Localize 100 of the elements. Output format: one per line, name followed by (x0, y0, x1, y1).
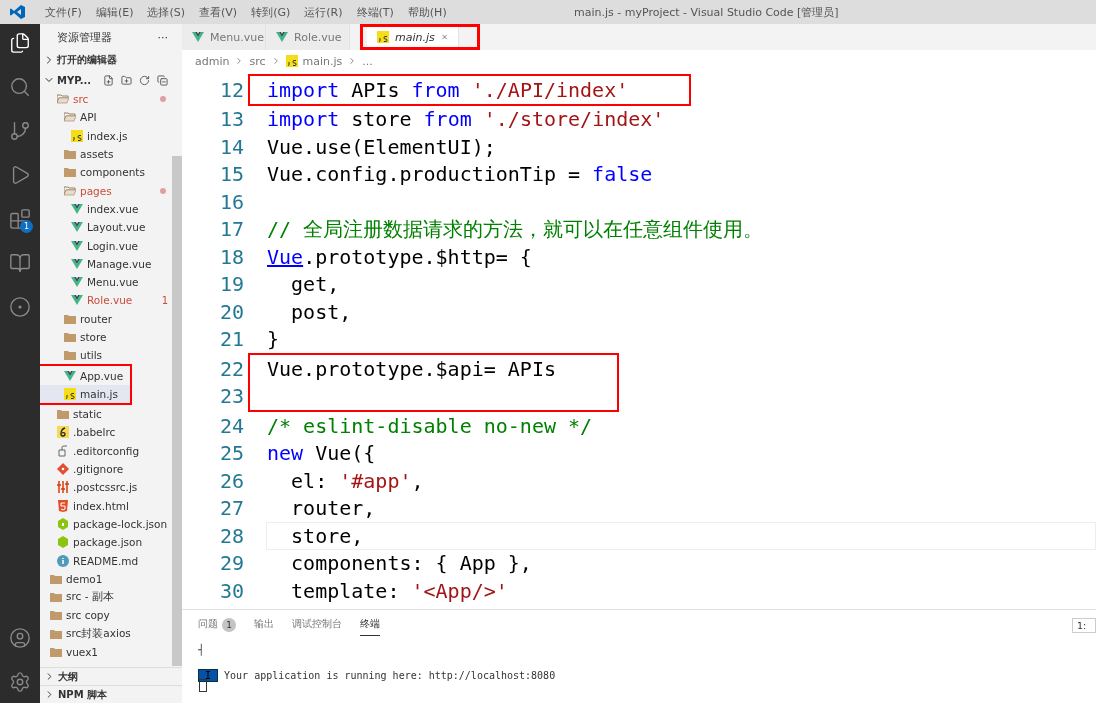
code-line: import APIs from './API/index' (266, 76, 630, 104)
new-file-icon (103, 74, 115, 86)
line-number: 27 (218, 496, 244, 521)
breadcrumb-item[interactable]: src (249, 54, 266, 68)
line-number: 14 (218, 134, 244, 159)
code-line: import store from './store/index' (266, 106, 666, 134)
menu-item[interactable]: 运行(R) (297, 4, 350, 20)
editor-tab[interactable]: main.js (367, 27, 459, 47)
section-header[interactable]: 打开的编辑器 (57, 53, 117, 67)
sidebar-title: 资源管理器 (57, 29, 112, 45)
section-header[interactable]: MYP... (57, 74, 92, 86)
file-tree-item[interactable]: demo1 (40, 569, 172, 588)
code-line: Vue.config.productionTip = false (266, 161, 654, 189)
file-tree-item[interactable]: index.html (40, 496, 172, 515)
file-tree-item[interactable]: src - 副本 (40, 588, 172, 607)
code-line: components: { App }, (290, 550, 533, 578)
folder-icon (50, 591, 62, 604)
blocks-icon (9, 208, 31, 230)
menu-item[interactable]: 终端(T) (349, 4, 401, 20)
new-folder-icon (121, 74, 133, 86)
vue-file-icon (71, 294, 83, 307)
account-icon (9, 627, 31, 649)
refresh-icon (139, 74, 151, 86)
modified-dot (160, 96, 166, 103)
menu-item[interactable]: 选择(S) (140, 4, 193, 20)
line-number: 13 (218, 107, 244, 132)
file-tree-item[interactable]: .gitignore (40, 459, 172, 479)
file-tree-item[interactable]: API (40, 108, 172, 127)
badge: 1 (20, 220, 33, 233)
file-tree-item[interactable]: package-lock.json (40, 514, 172, 534)
file-tree-item[interactable]: .postcssrc.js (40, 478, 172, 497)
code-line: // 全局注册数据请求的方法，就可以在任意组件使用。 (266, 215, 765, 243)
file-tree-item[interactable]: Manage.vue (40, 254, 172, 273)
file-tree-item[interactable]: Menu.vue (40, 272, 172, 292)
panel-tab[interactable]: 问题 1 (198, 613, 236, 637)
code-line: template: '<App/>' (290, 577, 509, 605)
line-number: 28 (218, 523, 244, 548)
panel-tab[interactable]: 调试控制台 (292, 614, 342, 636)
line-number: 23 (218, 384, 244, 409)
file-tree-item[interactable]: .editorconfig (40, 441, 172, 460)
file-tree-item[interactable]: src (40, 90, 172, 109)
code-line: } (266, 326, 281, 354)
file-tree-item[interactable]: index.js (40, 126, 172, 145)
section-header[interactable]: NPM 脚本 (58, 687, 108, 702)
file-tree-item[interactable]: utils (40, 346, 172, 365)
menu-item[interactable]: 帮助(H) (400, 4, 454, 20)
editor-tab[interactable]: Role.vue (266, 24, 350, 50)
menu-item[interactable]: 转到(G) (244, 4, 298, 20)
collapse-icon (157, 74, 169, 86)
folder-icon (50, 646, 62, 659)
file-tree-item[interactable]: Layout.vue (40, 218, 172, 237)
file-tree-item[interactable]: index.vue (40, 199, 172, 219)
vue-file-icon (71, 221, 83, 234)
menu-item[interactable]: 文件(F) (38, 4, 89, 20)
lock-hexagon-icon (57, 517, 69, 530)
panel-tab[interactable]: 终端 (360, 614, 380, 636)
vue-file-icon (192, 31, 204, 43)
folder-icon (64, 148, 76, 161)
file-tree-item[interactable]: assets (40, 144, 172, 164)
section-header[interactable]: 大纲 (58, 669, 78, 684)
js-file-icon (64, 387, 76, 400)
file-tree-item[interactable]: README.md (40, 551, 172, 570)
info-icon (57, 554, 69, 567)
file-tree-item[interactable]: src copy (40, 606, 172, 625)
editor-tab[interactable]: Menu.vue (182, 24, 266, 50)
breadcrumb-item[interactable]: admin (195, 54, 230, 68)
file-tree-item[interactable]: package.json (40, 533, 172, 552)
file-tree-item[interactable]: vuex1 (40, 642, 172, 662)
file-tree-item[interactable]: src封装axios (40, 624, 172, 643)
file-tree-item[interactable]: Role.vue 1 (40, 291, 172, 310)
file-tree-item[interactable]: Login.vue (40, 236, 172, 255)
breadcrumb-item[interactable]: ... (362, 54, 373, 68)
file-tree-item[interactable]: static (40, 405, 172, 424)
files-icon (9, 32, 31, 54)
file-tree-item[interactable]: App.vue (40, 366, 130, 385)
hexagon-icon (57, 536, 69, 549)
panel-tab[interactable]: 输出 (254, 614, 274, 636)
circle-dot-icon (9, 296, 31, 318)
menu-item[interactable]: 查看(V) (192, 4, 245, 20)
vue-file-icon (71, 239, 83, 252)
more-actions-button[interactable]: ··· (157, 30, 168, 44)
file-tree-item[interactable]: components (40, 163, 172, 182)
terminal-select[interactable]: 1: (1072, 618, 1096, 633)
scrollbar[interactable] (172, 156, 182, 666)
file-tree-item[interactable]: main.js (40, 384, 130, 404)
line-number: 30 (218, 578, 244, 603)
terminal-cursor (199, 679, 207, 692)
menu-item[interactable]: 编辑(E) (88, 4, 141, 20)
book-icon (9, 252, 31, 274)
breadcrumb-item[interactable]: main.js (302, 54, 343, 68)
file-tree-item[interactable]: .babelrc (40, 423, 172, 442)
file-tree-item[interactable]: store (40, 327, 172, 347)
file-tree-item[interactable]: router (40, 309, 172, 328)
code-line: el: '#app', (290, 467, 425, 495)
terminal-prompt: ┤ (198, 644, 205, 655)
activity-bar-button[interactable]: 1 (0, 204, 40, 234)
vue-file-icon (71, 202, 83, 215)
file-tree-item[interactable]: pages (40, 181, 172, 200)
code-line: Vue.use(ElementUI); (266, 133, 497, 161)
line-number: 16 (218, 189, 244, 214)
